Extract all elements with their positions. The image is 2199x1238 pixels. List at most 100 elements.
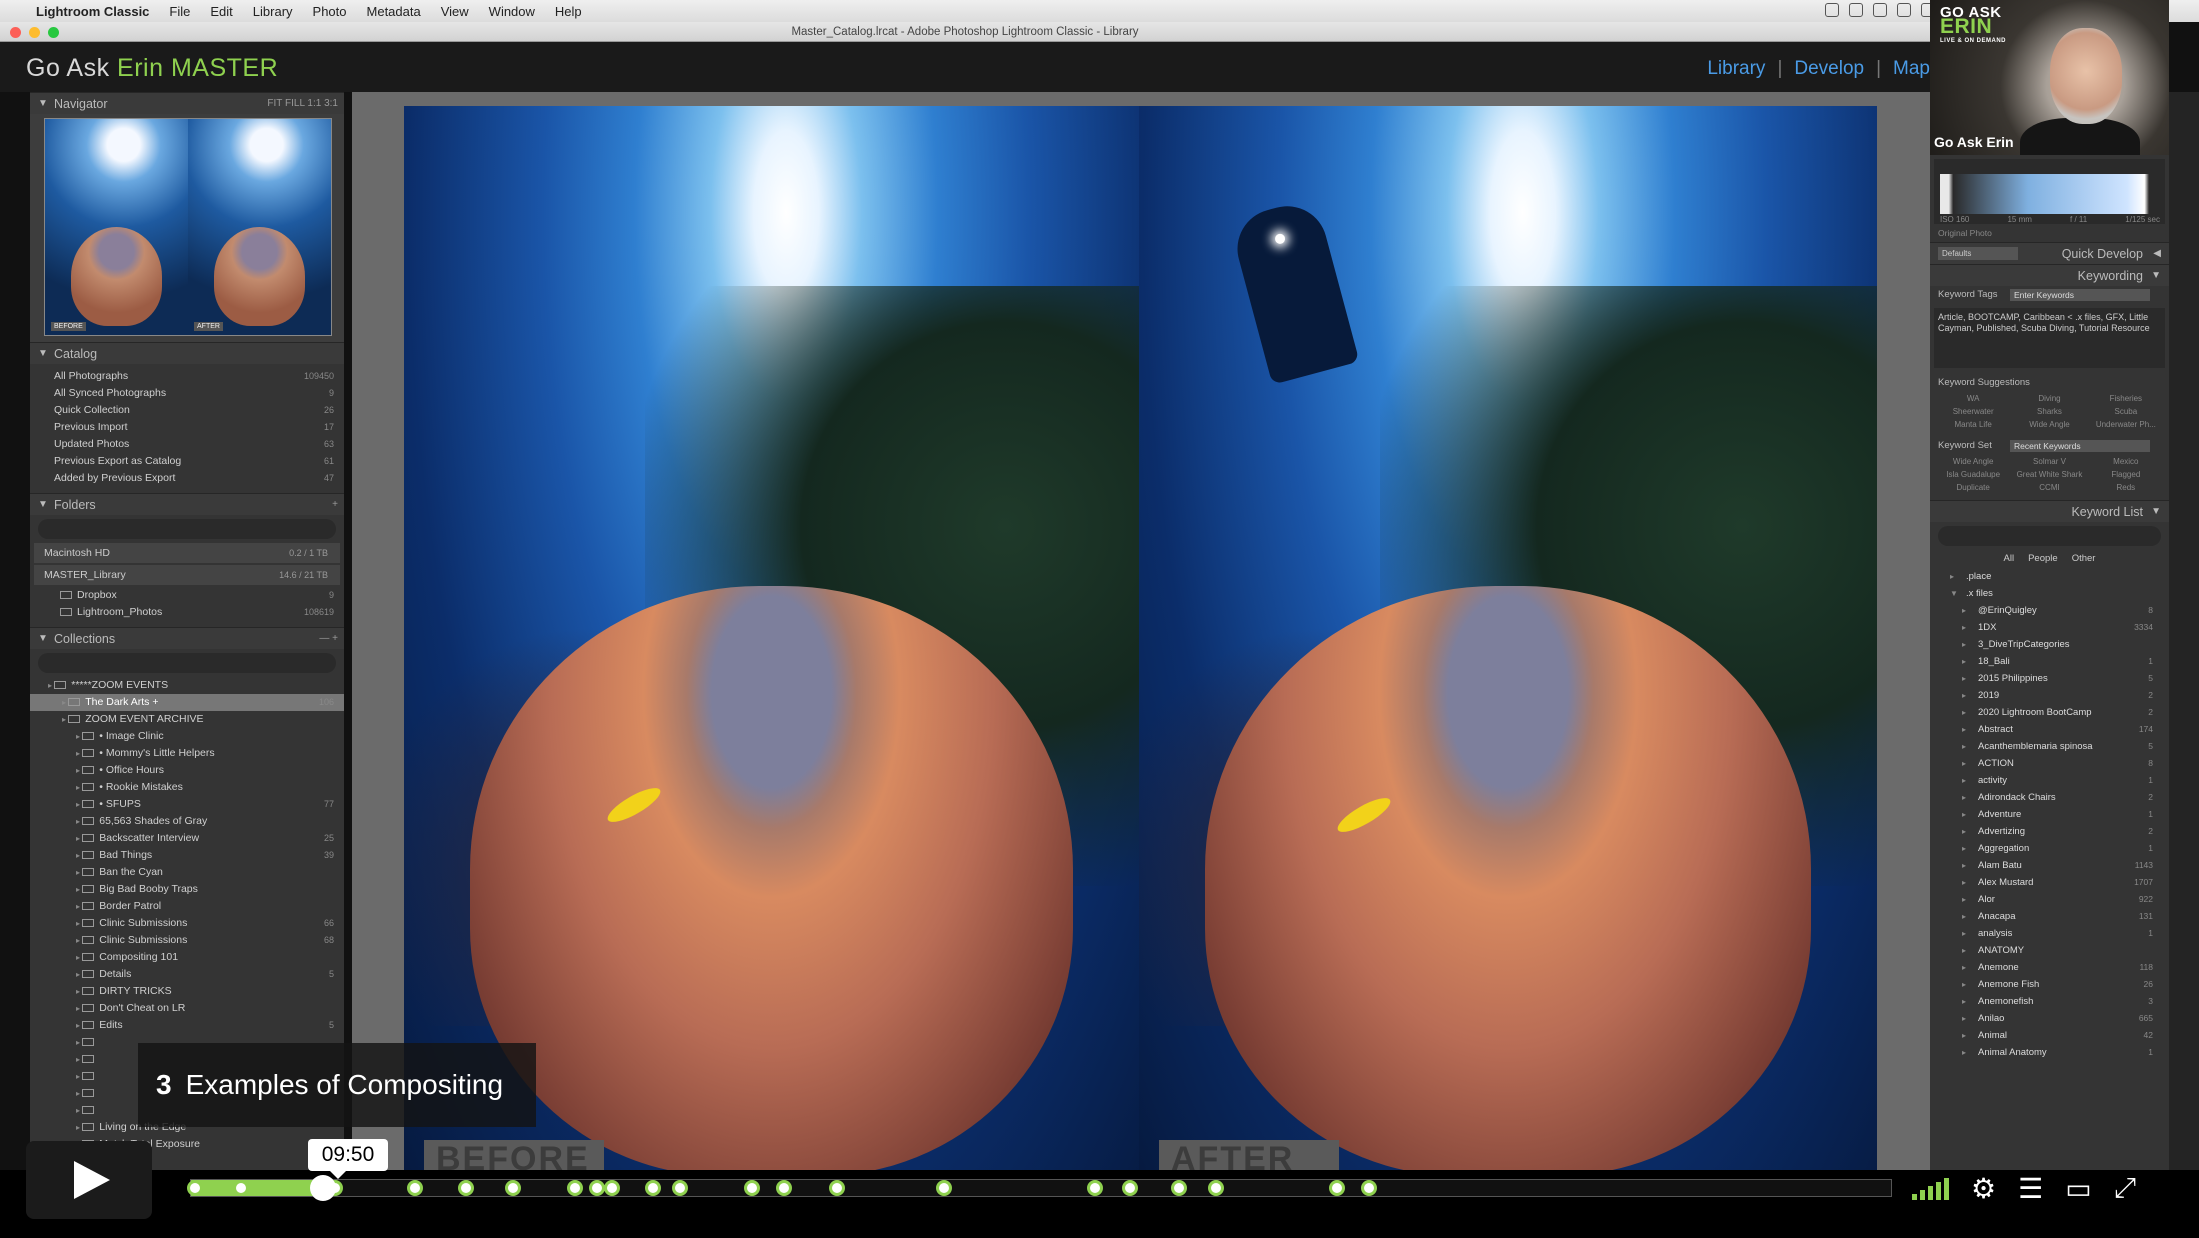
keyword-list-item[interactable]: ▸ ANATOMY <box>1930 942 2169 959</box>
collection-item[interactable]: ▸ Big Bad Booby Traps <box>30 881 344 898</box>
keyword-list-item[interactable]: ▸ analysis 1 <box>1930 925 2169 942</box>
disclosure-arrow-icon[interactable]: ▸ <box>1962 619 1966 636</box>
collection-search-field[interactable] <box>38 653 336 673</box>
chapter-marker[interactable] <box>775 1180 792 1196</box>
keyword-list-item[interactable]: ▸ .place <box>1930 568 2169 585</box>
keyword-list-item[interactable]: ▸ Aggregation 1 <box>1930 840 2169 857</box>
disclosure-arrow-icon[interactable]: ▸ <box>1962 687 1966 704</box>
keyword-list-item[interactable]: ▸ Alam Batu 1143 <box>1930 857 2169 874</box>
volume-bars-icon[interactable] <box>1912 1176 1949 1200</box>
minimize-window-button[interactable] <box>29 27 40 38</box>
volume-master-library[interactable]: MASTER_Library 14.6 / 21 TB <box>34 565 340 585</box>
chapter-marker[interactable] <box>588 1180 605 1196</box>
keyword-suggestion[interactable]: Fisheries <box>2089 394 2163 403</box>
keyword-list-item[interactable]: ▸ Adventure 1 <box>1930 806 2169 823</box>
catalog-item[interactable]: Added by Previous Export 47 <box>30 470 344 487</box>
before-photo[interactable]: BEFORE <box>404 106 1139 1170</box>
keyword-list-item[interactable]: ▸ ACTION 8 <box>1930 755 2169 772</box>
keyword-list-item[interactable]: ▸ Advertizing 2 <box>1930 823 2169 840</box>
keyword-list-item[interactable]: ▸ 18_Bali 1 <box>1930 653 2169 670</box>
collection-item[interactable]: ▸ • SFUPS 77 <box>30 796 344 813</box>
chapter-marker[interactable] <box>743 1180 760 1196</box>
add-collection-icon[interactable]: — + <box>319 628 338 650</box>
chapters-list-icon[interactable]: ☰ <box>2018 1172 2043 1205</box>
module-map[interactable]: Map <box>1893 58 1930 80</box>
disclosure-arrow-icon[interactable]: ▸ <box>1950 568 1954 585</box>
disclosure-arrow-icon[interactable]: ▼ <box>1950 585 1958 602</box>
disclosure-arrow-icon[interactable]: ▸ <box>1962 602 1966 619</box>
disclosure-arrow-icon[interactable]: ▸ <box>1962 636 1966 653</box>
disclosure-arrow-icon[interactable]: ▸ <box>1962 653 1966 670</box>
disclosure-arrow-icon[interactable]: ▸ <box>1962 925 1966 942</box>
disclosure-arrow-icon[interactable]: ▸ <box>1962 857 1966 874</box>
disclosure-arrow-icon[interactable]: ▸ <box>1962 1010 1966 1027</box>
keyword-set-item[interactable]: Flagged <box>2089 470 2163 479</box>
disclosure-arrow-icon[interactable]: ▸ <box>1962 704 1966 721</box>
keyword-suggestion[interactable]: Diving <box>2012 394 2086 403</box>
keyword-set-item[interactable]: Solmar V <box>2012 457 2086 466</box>
menu-library[interactable]: Library <box>253 4 293 19</box>
catalog-item[interactable]: All Synced Photographs 9 <box>30 385 344 402</box>
chapter-marker[interactable] <box>644 1180 661 1196</box>
keyword-list-item[interactable]: ▸ Anemone Fish 26 <box>1930 976 2169 993</box>
disclosure-arrow-icon[interactable]: ▸ <box>1962 823 1966 840</box>
disclosure-arrow-icon[interactable]: ▸ <box>1962 806 1966 823</box>
collection-item[interactable]: ▸ Ban the Cyan <box>30 864 344 881</box>
keyword-set-dropdown[interactable]: Recent Keywords <box>2010 440 2150 452</box>
module-develop[interactable]: Develop <box>1794 58 1864 80</box>
preset-dropdown[interactable]: Defaults <box>1938 247 2018 260</box>
catalog-item[interactable]: Quick Collection 26 <box>30 402 344 419</box>
collection-item[interactable]: ▸ *****ZOOM EVENTS <box>30 677 344 694</box>
keyword-list-item[interactable]: ▸ Anacapa 131 <box>1930 908 2169 925</box>
menu-photo[interactable]: Photo <box>313 4 347 19</box>
collection-item[interactable]: ▸ Compositing 101 <box>30 949 344 966</box>
keyword-list-item[interactable]: ▸ Alex Mustard 1707 <box>1930 874 2169 891</box>
scrub-handle[interactable] <box>309 1175 336 1201</box>
airplay-icon[interactable]: ▭ <box>2065 1172 2091 1205</box>
keyword-list-item[interactable]: ▸ 2020 Lightroom BootCamp 2 <box>1930 704 2169 721</box>
tab-people[interactable]: People <box>2028 550 2058 568</box>
collection-item[interactable]: ▸ 65,563 Shades of Gray <box>30 813 344 830</box>
menu-app[interactable]: Lightroom Classic <box>36 4 149 19</box>
keyword-set-item[interactable]: Isla Guadalupe <box>1936 470 2010 479</box>
collection-item[interactable]: ▸ Edits 5 <box>30 1017 344 1034</box>
collection-item[interactable]: ▸ Don't Cheat on LR <box>30 1000 344 1017</box>
chapter-marker[interactable] <box>935 1180 952 1196</box>
keyword-list-item[interactable]: ▸ Acanthemblemaria spinosa 5 <box>1930 738 2169 755</box>
disclosure-arrow-icon[interactable]: ▸ <box>1962 891 1966 908</box>
disclosure-arrow-icon[interactable]: ▸ <box>1962 1044 1966 1061</box>
menu-file[interactable]: File <box>169 4 190 19</box>
collection-item[interactable]: ▸ Backscatter Interview 25 <box>30 830 344 847</box>
chapter-marker[interactable] <box>233 1180 250 1196</box>
disclosure-arrow-icon[interactable]: ▸ <box>1962 942 1966 959</box>
tab-other[interactable]: Other <box>2072 550 2096 568</box>
keyword-list-item[interactable]: ▸ Anemone 118 <box>1930 959 2169 976</box>
tab-all[interactable]: All <box>2004 550 2015 568</box>
disclosure-arrow-icon[interactable]: ▸ <box>1962 908 1966 925</box>
keyword-set-item[interactable]: CCMI <box>2012 483 2086 492</box>
keyword-set-item[interactable]: Great White Shark <box>2012 470 2086 479</box>
keyword-suggestion[interactable]: Manta Life <box>1936 420 2010 429</box>
collection-item[interactable]: ▸ Clinic Submissions 66 <box>30 915 344 932</box>
folders-header[interactable]: ▼ Folders + <box>30 493 344 515</box>
navigator-header[interactable]: ▼ Navigator FIT FILL 1:1 3:1 <box>30 92 344 114</box>
disclosure-arrow-icon[interactable]: ▸ <box>1962 738 1966 755</box>
menu-metadata[interactable]: Metadata <box>367 4 421 19</box>
disclosure-arrow-icon[interactable]: ▸ <box>1962 721 1966 738</box>
keyword-set-item[interactable]: Reds <box>2089 483 2163 492</box>
keyword-filter-field[interactable] <box>1938 526 2161 546</box>
collection-item[interactable]: ▸ The Dark Arts +106 <box>30 694 344 711</box>
keyword-list-item[interactable]: ▸ activity 1 <box>1930 772 2169 789</box>
after-photo[interactable]: AFTER <box>1139 106 1877 1170</box>
catalog-item[interactable]: Updated Photos 63 <box>30 436 344 453</box>
chapter-marker[interactable] <box>457 1180 474 1196</box>
keyword-list-item[interactable]: ▸ 2019 2 <box>1930 687 2169 704</box>
disclosure-arrow-icon[interactable]: ▸ <box>1962 789 1966 806</box>
keyword-set-item[interactable]: Mexico <box>2089 457 2163 466</box>
keyword-set-item[interactable]: Duplicate <box>1936 483 2010 492</box>
keyword-list-item[interactable]: ▸ @ErinQuigley 8 <box>1930 602 2169 619</box>
keyword-list-item[interactable]: ▸ Abstract 174 <box>1930 721 2169 738</box>
zoom-window-button[interactable] <box>48 27 59 38</box>
keyword-list-item[interactable]: ▸ Alor 922 <box>1930 891 2169 908</box>
navigator-zoom-options[interactable]: FIT FILL 1:1 3:1 <box>267 93 338 115</box>
